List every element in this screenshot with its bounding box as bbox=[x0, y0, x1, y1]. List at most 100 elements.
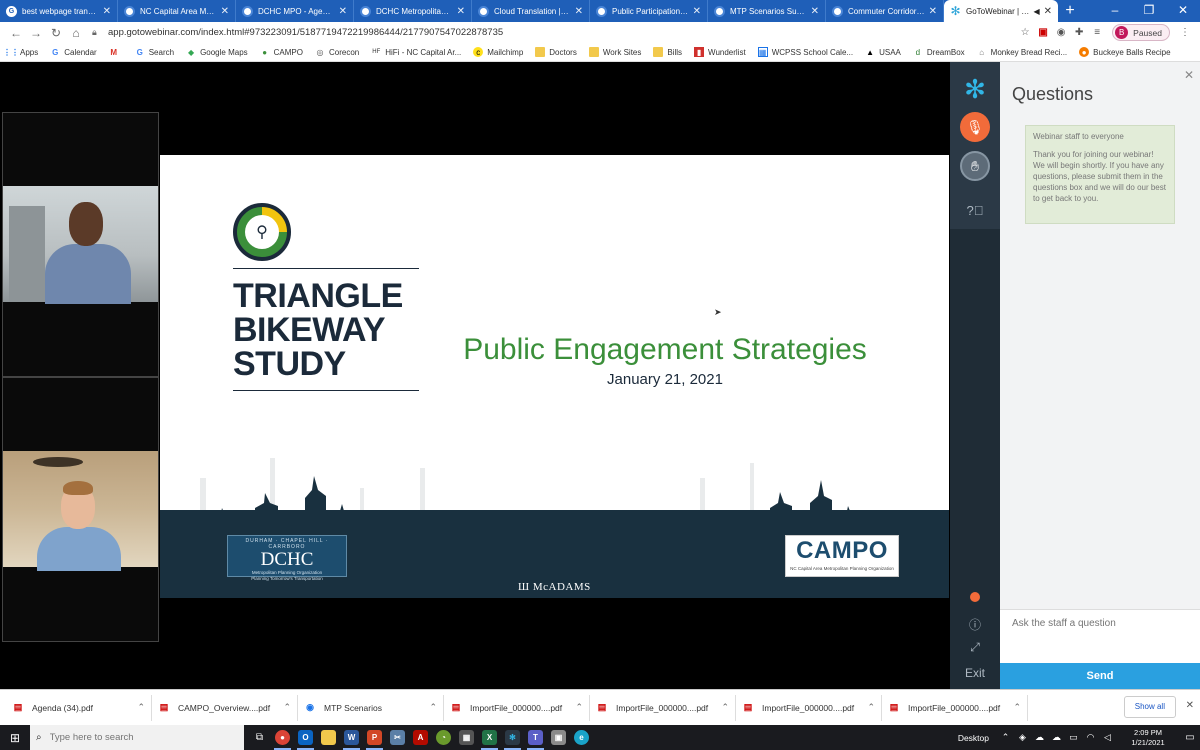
notification-icon[interactable]: ▭ bbox=[1180, 732, 1200, 743]
tab-4[interactable]: Cloud Translation | Go ✕ bbox=[472, 0, 590, 22]
acrobat-extension-icon[interactable]: ▣ bbox=[1034, 27, 1052, 38]
chrome-app-icon[interactable]: ● bbox=[271, 725, 294, 750]
bookmark-calendar[interactable]: G Calendar bbox=[50, 47, 97, 57]
snip-tool-icon[interactable]: ✂ bbox=[386, 725, 409, 750]
bookmark-gmail[interactable]: M bbox=[109, 47, 123, 57]
powerpoint-app-icon[interactable]: P bbox=[363, 725, 386, 750]
raise-hand-icon[interactable]: ✋︎ bbox=[960, 151, 990, 181]
tab-0[interactable]: Gbest webpage translati ✕ bbox=[0, 0, 118, 22]
bookmark-search[interactable]: G Search bbox=[135, 47, 174, 57]
close-icon[interactable]: ✕ bbox=[103, 6, 111, 17]
exit-button[interactable]: Exit bbox=[950, 666, 1000, 680]
volume-icon[interactable]: ◁ bbox=[1099, 732, 1116, 743]
acrobat-app-icon[interactable]: A bbox=[409, 725, 432, 750]
timer-app-icon[interactable]: ◔ bbox=[432, 725, 455, 750]
download-item[interactable]: ▤ ImportFile_000000....pdf ⌃ bbox=[590, 694, 736, 721]
task-view-icon[interactable]: ⧉ bbox=[248, 725, 271, 750]
chevron-up-icon[interactable]: ⌃ bbox=[1013, 702, 1021, 713]
tab-gotowebinar[interactable]: ✻ GoToWebinar | Go ◀ ✕ bbox=[944, 0, 1058, 22]
word-app-icon[interactable]: W bbox=[340, 725, 363, 750]
chevron-up-icon[interactable]: ⌃ bbox=[867, 702, 875, 713]
question-input[interactable] bbox=[1012, 618, 1188, 629]
close-icon[interactable]: ✕ bbox=[693, 6, 701, 17]
bookmark-buckeye-balls[interactable]: ● Buckeye Balls Recipe bbox=[1079, 47, 1171, 57]
bookmark-hifi[interactable]: HF HiFi - NC Capital Ar... bbox=[371, 47, 461, 57]
download-item[interactable]: ▤ ImportFile_000000....pdf ⌃ bbox=[444, 694, 590, 721]
url-field[interactable]: 🔒︎ app.gotowebinar.com/index.html#973223… bbox=[92, 24, 1010, 41]
download-item[interactable]: ▤ ImportFile_000000....pdf ⌃ bbox=[882, 694, 1028, 721]
bookmark-work-sites[interactable]: Work Sites bbox=[588, 47, 641, 57]
tab-5[interactable]: Public Participation Pla ✕ bbox=[590, 0, 708, 22]
lock-icon[interactable]: 🔒︎ bbox=[92, 27, 104, 38]
reload-icon[interactable]: ↻ bbox=[46, 26, 66, 40]
download-item[interactable]: ◉ MTP Scenarios ⌃ bbox=[298, 694, 444, 721]
calculator-app-icon[interactable]: ▦ bbox=[455, 725, 478, 750]
gotowebinar-app-icon[interactable]: ✻ bbox=[501, 725, 524, 750]
tab-6[interactable]: MTP Scenarios Survey ✕ bbox=[708, 0, 826, 22]
bookmark-wcpss[interactable]: ▦ WCPSS School Cale... bbox=[757, 47, 853, 57]
minimize-icon[interactable]: – bbox=[1098, 0, 1132, 22]
send-button[interactable]: Send bbox=[1000, 663, 1200, 689]
tab-2[interactable]: DCHC MPO - Agenda ✕ bbox=[236, 0, 354, 22]
photos-app-icon[interactable]: ▣ bbox=[547, 725, 570, 750]
close-icon[interactable]: ✕ bbox=[339, 6, 347, 17]
questions-icon[interactable]: ?⃝ bbox=[960, 195, 990, 225]
outlook-app-icon[interactable]: O bbox=[294, 725, 317, 750]
edge-app-icon[interactable]: e bbox=[570, 725, 593, 750]
forward-icon[interactable]: → bbox=[26, 26, 46, 40]
desktop-label[interactable]: Desktop bbox=[958, 733, 989, 743]
bookmark-bills[interactable]: Bills bbox=[653, 47, 682, 57]
download-item[interactable]: ▤ ImportFile_000000....pdf ⌃ bbox=[736, 694, 882, 721]
excel-app-icon[interactable]: X bbox=[478, 725, 501, 750]
close-icon[interactable]: ✕ bbox=[575, 6, 583, 17]
file-explorer-icon[interactable] bbox=[317, 725, 340, 750]
tab-7[interactable]: Commuter Corridors St ✕ bbox=[826, 0, 944, 22]
windows-start-icon[interactable]: ⊞ bbox=[0, 725, 30, 750]
question-box[interactable] bbox=[1000, 609, 1200, 663]
bookmark-monkey-bread[interactable]: ⌂ Monkey Bread Reci... bbox=[977, 47, 1067, 57]
show-all-button[interactable]: Show all bbox=[1123, 696, 1176, 718]
chevron-up-icon[interactable]: ⌃ bbox=[137, 702, 145, 713]
bookmark-campo[interactable]: ● CAMPO bbox=[260, 47, 303, 57]
bookmark-google-maps[interactable]: ◆ Google Maps bbox=[186, 47, 248, 57]
close-icon[interactable]: ✕ bbox=[1044, 6, 1052, 17]
monitor-icon[interactable]: ▭ bbox=[1065, 732, 1082, 743]
webcam-tile-1[interactable] bbox=[2, 112, 159, 377]
dropbox-icon[interactable]: ◈ bbox=[1014, 732, 1031, 743]
close-panel-icon[interactable]: ✕ bbox=[1184, 68, 1194, 82]
bookmark-mailchimp[interactable]: c Mailchimp bbox=[473, 47, 523, 57]
close-icon[interactable]: ✕ bbox=[221, 6, 229, 17]
download-item[interactable]: ▤ CAMPO_Overview....pdf ⌃ bbox=[152, 694, 298, 721]
bookmark-apps[interactable]: ⋮⋮ Apps bbox=[3, 47, 38, 57]
teams-app-icon[interactable]: T bbox=[524, 725, 547, 750]
back-icon[interactable]: ← bbox=[6, 26, 26, 40]
chevron-up-icon[interactable]: ⌃ bbox=[429, 702, 437, 713]
system-clock[interactable]: 2:09 PM 1/21/2021 bbox=[1120, 728, 1176, 748]
new-tab-button[interactable]: + bbox=[1058, 0, 1082, 22]
taskbar-search[interactable]: ⌕ bbox=[30, 725, 244, 750]
download-item[interactable]: ▤ Agenda (34).pdf ⌃ bbox=[6, 694, 152, 721]
chevron-up-icon[interactable]: ⌃ bbox=[575, 702, 583, 713]
puzzle-extensions-icon[interactable]: ✚ bbox=[1070, 27, 1088, 38]
home-icon[interactable]: ⌂ bbox=[66, 26, 86, 40]
bookmark-star-icon[interactable]: ☆ bbox=[1016, 27, 1034, 38]
bookmark-corecon[interactable]: ◎ Corecon bbox=[315, 47, 360, 57]
close-window-icon[interactable]: ✕ bbox=[1166, 0, 1200, 22]
close-icon[interactable]: ✕ bbox=[929, 6, 937, 17]
webcam-tile-2[interactable] bbox=[2, 377, 159, 642]
restore-icon[interactable]: ❐ bbox=[1132, 0, 1166, 22]
extension-icon[interactable]: ◉ bbox=[1052, 27, 1070, 38]
bookmark-wunderlist[interactable]: ▮ Wunderlist bbox=[694, 47, 746, 57]
close-icon[interactable]: ✕ bbox=[1186, 700, 1194, 711]
taskbar-search-input[interactable] bbox=[49, 732, 220, 743]
wifi-icon[interactable]: ◠ bbox=[1082, 732, 1099, 743]
reading-list-icon[interactable]: ≡ bbox=[1088, 27, 1106, 38]
speaker-icon[interactable]: ◀ bbox=[1033, 7, 1039, 16]
chevron-up-icon[interactable]: ⌃ bbox=[997, 732, 1014, 743]
chevron-up-icon[interactable]: ⌃ bbox=[283, 702, 291, 713]
bookmark-dreambox[interactable]: d DreamBox bbox=[913, 47, 965, 57]
tab-3[interactable]: DCHC Metropolitan Pla ✕ bbox=[354, 0, 472, 22]
onedrive-icon[interactable]: ☁ bbox=[1048, 732, 1065, 743]
profile-button[interactable]: B Paused bbox=[1112, 24, 1170, 41]
bookmark-usaa[interactable]: ▲ USAA bbox=[865, 47, 901, 57]
